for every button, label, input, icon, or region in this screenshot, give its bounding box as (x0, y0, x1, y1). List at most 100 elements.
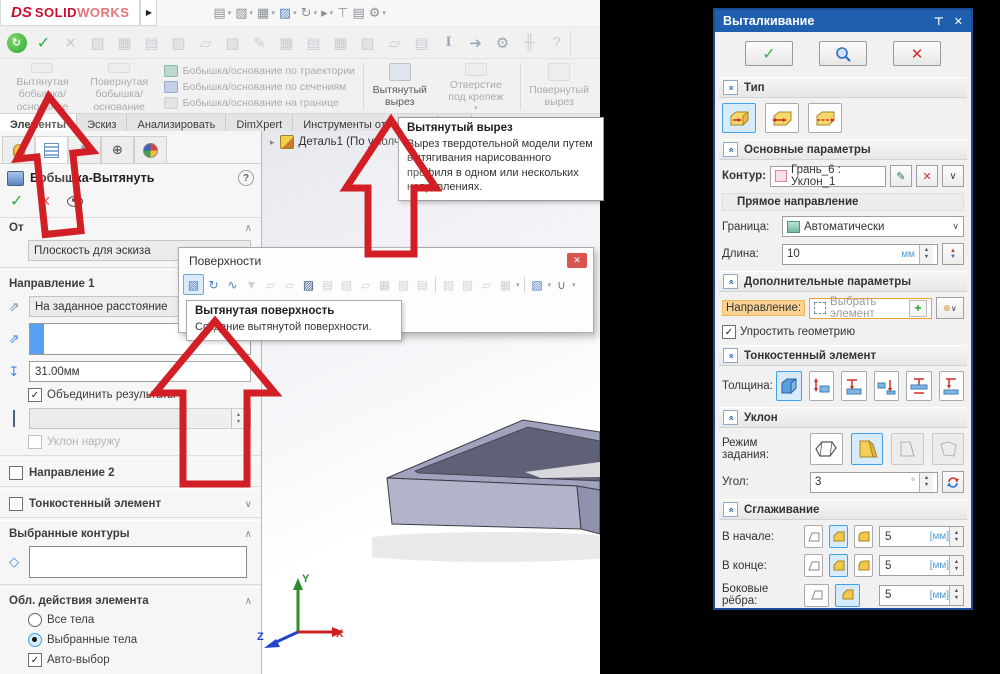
direction-picker-field[interactable]: Выбрать элемент + (809, 298, 932, 319)
save-button[interactable]: ▦▾ (257, 5, 275, 21)
scope-selected-bodies-row[interactable]: Выбранные тела (28, 633, 251, 647)
draft-angle-input[interactable]: ▲ ▼ (29, 408, 251, 429)
boundary-combobox[interactable]: Автоматически ∨ (782, 216, 964, 237)
ruled-surface-button[interactable]: ▧ (337, 275, 356, 294)
cut-button[interactable]: ✕ (57, 30, 84, 56)
save-as-button[interactable]: ▦ (273, 30, 300, 56)
properties-button[interactable]: ▤ (352, 5, 364, 21)
open-doc-button[interactable]: ▧ (84, 30, 111, 56)
beam-button[interactable]: I (435, 30, 462, 56)
ribbon-extruded-boss-button[interactable]: Вытянутая бобышка/основание (4, 60, 81, 113)
model-3d-tray[interactable] (372, 400, 600, 570)
approve-button[interactable]: ✓ (30, 30, 57, 56)
contour-field[interactable]: Грань_6 : Уклон_1 (770, 166, 886, 187)
ribbon-hole-wizard-button[interactable]: Отверстие под крепеж ▾ (434, 60, 518, 113)
draft-icon[interactable] (4, 411, 24, 426)
knit-surface-button[interactable]: ▱ (477, 275, 496, 294)
swept-surface-button[interactable]: ∿ (223, 275, 242, 294)
surface-flatten-button[interactable]: ▱ (356, 275, 375, 294)
both-directions-button[interactable]: ▲ ▼ (942, 243, 964, 265)
thicken-button[interactable]: ▦ (496, 275, 515, 294)
section-thin-wall[interactable]: » Тонкостенный элемент (719, 345, 967, 366)
cancel-button[interactable]: ✕ (39, 193, 51, 210)
section-selected-contours[interactable]: Выбранные контуры ∧ (0, 524, 261, 543)
freeform-button[interactable]: ▧ (528, 275, 547, 294)
section-smoothing[interactable]: » Сглаживание (719, 499, 967, 520)
sheet-button[interactable]: ▤ (408, 30, 435, 56)
thickness-inward-button[interactable] (809, 371, 835, 401)
smoothing-side-input[interactable]: 5 [мм] ▲▼ (879, 585, 964, 606)
smoothing-end-input[interactable]: 5 [мм] ▲▼ (879, 555, 964, 576)
menu-flyout-button[interactable]: ▶ (140, 0, 157, 26)
help-icon[interactable]: ? (238, 170, 254, 186)
scope-autoselect-row[interactable]: Авто-выбор (28, 653, 251, 667)
draft-mode-disabled-1-button[interactable] (891, 433, 924, 465)
simplify-checkbox[interactable] (722, 325, 736, 339)
simplify-row[interactable]: Упростить геометрию (722, 325, 964, 339)
contour-dropdown-button[interactable]: ∨ (942, 165, 964, 187)
planar-surface-button[interactable]: ▨ (299, 275, 318, 294)
tab-dimxpert-manager[interactable]: ⊕ (101, 136, 134, 163)
depth-input[interactable]: 31.00мм (29, 361, 251, 382)
revolved-surface-button[interactable]: ↻ (204, 275, 223, 294)
section-feature-scope[interactable]: Обл. действия элемента ∧ (0, 591, 261, 610)
ribbon-revolved-cut-button[interactable]: Повернутый вырез (522, 60, 596, 113)
draft-mode-angle-button[interactable] (851, 433, 884, 465)
type-blind-button[interactable] (722, 103, 756, 133)
draft-outward-checkbox[interactable] (28, 435, 42, 449)
direction-options-button[interactable]: ⊕ ∨ (936, 297, 964, 319)
smooth-chamfer-button[interactable] (829, 554, 848, 577)
pencil-button[interactable]: ✎ (246, 30, 273, 56)
scope-all-bodies-row[interactable]: Все тела (28, 613, 251, 627)
untrim-surface-button[interactable]: ▨ (458, 275, 477, 294)
section-type[interactable]: » Тип (719, 77, 967, 98)
section-extra-parameters[interactable]: » Дополнительные параметры (719, 271, 967, 292)
ribbon-swept-boss-button[interactable]: Бобышка/основание по траектории (164, 65, 355, 77)
direction2-checkbox[interactable] (9, 466, 23, 480)
ribbon-revolved-boss-button[interactable]: Повернутая бобышка/основание (81, 60, 158, 113)
thickness-custom-button[interactable] (939, 371, 965, 401)
expand-arrow-icon[interactable]: ▸ (270, 137, 275, 148)
toolbar-icon-6[interactable]: ▤ (138, 30, 165, 56)
dropdown-icon[interactable]: ▾ (572, 281, 576, 289)
collapse-icon[interactable]: » (723, 142, 738, 157)
delete-face-button[interactable]: ▦ (375, 275, 394, 294)
filled-surface-button[interactable]: ▱ (280, 275, 299, 294)
smooth-chamfer-button[interactable] (829, 525, 848, 548)
lofted-surface-button[interactable]: ▼ (242, 275, 261, 294)
dropdown-icon[interactable]: ▾ (548, 281, 552, 289)
selected-bodies-radio[interactable] (28, 633, 42, 647)
extend-surface-button[interactable]: ▤ (413, 275, 432, 294)
spinner[interactable]: ▲▼ (949, 527, 963, 546)
collapse-icon[interactable]: » (723, 502, 738, 517)
smooth-fillet-button[interactable] (854, 554, 873, 577)
toolbar-icon-9[interactable]: ▧ (219, 30, 246, 56)
print-button[interactable]: ▨▾ (279, 5, 297, 21)
type-midplane-button[interactable] (808, 103, 842, 133)
pan-button[interactable]: ▨ (354, 30, 381, 56)
ribbon-lofted-boss-button[interactable]: Бобышка/основание по сечениям (164, 81, 355, 93)
length-spinner[interactable]: ▲ ▼ (919, 245, 933, 264)
angle-spinner[interactable]: ▲ ▼ (919, 473, 933, 492)
thin-feature-checkbox[interactable] (9, 497, 23, 511)
smoothing-start-input[interactable]: 5 [мм] ▲▼ (879, 526, 964, 547)
trim-surface-button[interactable]: ▧ (439, 275, 458, 294)
merge-checkbox[interactable] (28, 388, 42, 402)
surfaces-title-bar[interactable]: Поверхности ✕ (179, 248, 593, 271)
all-bodies-radio[interactable] (28, 613, 42, 627)
save-doc-button[interactable]: ▦ (111, 30, 138, 56)
thickness-two-side-button[interactable] (906, 371, 932, 401)
import-button[interactable]: ➔ (462, 30, 489, 56)
spinner[interactable]: ▲▼ (949, 556, 963, 575)
auto-select-checkbox[interactable] (28, 653, 42, 667)
replace-face-button[interactable]: ▨ (394, 275, 413, 294)
section-thin-feature[interactable]: Тонкостенный элемент ∨ (0, 493, 261, 514)
ok-button[interactable]: ✓ (745, 41, 793, 66)
merge-result-row[interactable]: Объединить результаты (28, 388, 251, 402)
reverse-draft-button[interactable] (942, 471, 964, 493)
collapse-icon[interactable]: » (723, 348, 738, 363)
edit-contour-button[interactable]: ✎ (890, 165, 912, 187)
dropdown-icon[interactable]: ▾ (516, 281, 520, 289)
undo-button[interactable]: ↻▾ (301, 5, 317, 21)
sliders-button[interactable]: ╫ (516, 30, 543, 56)
